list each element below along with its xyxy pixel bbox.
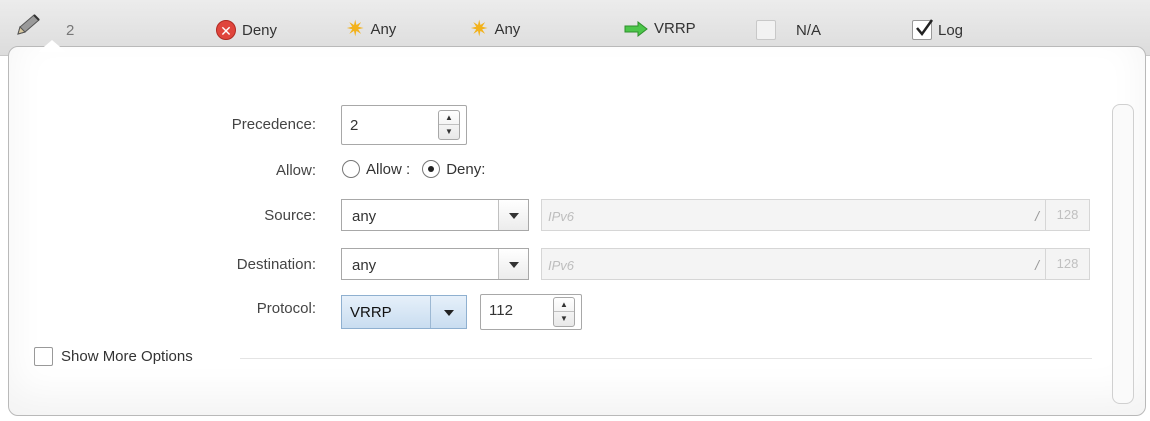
allow-radio-group: Allow : Deny: [342, 160, 485, 178]
allow-label: Allow: [275, 162, 316, 179]
allow-radio-label: Allow : [366, 160, 411, 178]
spin-down-icon[interactable]: ▼ [554, 312, 574, 326]
source-cell: ✷ Any [346, 16, 397, 41]
checkbox-icon [756, 20, 776, 40]
chevron-down-icon[interactable] [498, 249, 528, 279]
destination-form-label: Destination: [236, 256, 316, 273]
any-star-icon: ✷ [346, 16, 365, 41]
log-label: Log [938, 21, 964, 39]
panel-notch [38, 40, 66, 52]
na-label: N/A [796, 21, 822, 39]
source-ip-input[interactable]: IPv6 / 128 [541, 199, 1090, 231]
source-select-value: any [352, 208, 377, 225]
any-star-icon: ✷ [470, 16, 489, 41]
destination-ip-placeholder: IPv6 [548, 258, 575, 273]
destination-mask-input[interactable]: 128 [1045, 249, 1089, 279]
protocol-number-stepper[interactable]: 112 ▲ ▼ [480, 294, 582, 330]
spin-up-icon[interactable]: ▲ [439, 111, 459, 125]
rule-number: 2 [66, 22, 75, 39]
destination-select[interactable]: any [341, 248, 529, 280]
action-cell: ✕ Deny [216, 20, 277, 40]
destination-select-value: any [352, 257, 377, 274]
deny-radio[interactable] [422, 160, 441, 178]
protocol-number-value[interactable]: 112 [489, 302, 513, 319]
protocol-cell: VRRP [624, 20, 696, 37]
protocol-form-label: Protocol: [256, 300, 316, 317]
show-more-options[interactable]: Show More Options [34, 347, 193, 366]
source-ip-slash: / [1035, 208, 1039, 224]
show-more-label: Show More Options [61, 348, 193, 365]
protocol-select-value: VRRP [350, 304, 392, 321]
precedence-spin-buttons[interactable]: ▲ ▼ [438, 110, 460, 140]
arrow-right-icon [624, 20, 648, 37]
destination-cell: ✷ Any [470, 16, 521, 41]
chevron-down-icon[interactable] [498, 200, 528, 230]
source-select[interactable]: any [341, 199, 529, 231]
log-cell[interactable]: Log [912, 19, 964, 40]
source-form-label: Source: [264, 207, 316, 224]
show-more-divider [240, 358, 1092, 359]
show-more-checkbox[interactable] [34, 347, 53, 366]
protocol-label: VRRP [654, 20, 696, 37]
destination-ip-slash: / [1035, 257, 1039, 273]
na-cell: N/A [756, 20, 821, 40]
precedence-label: Precedence: [231, 116, 316, 133]
source-mask-input[interactable]: 128 [1045, 200, 1089, 230]
action-label: Deny [242, 21, 278, 39]
protocol-select[interactable]: VRRP [341, 295, 467, 329]
source-ip-placeholder: IPv6 [548, 209, 575, 224]
deny-radio-label: Deny: [446, 160, 486, 178]
log-checkbox[interactable] [912, 19, 934, 40]
precedence-stepper[interactable]: 2 ▲ ▼ [341, 105, 467, 145]
checkmark-icon [916, 19, 934, 37]
protocol-spin-buttons[interactable]: ▲ ▼ [553, 297, 575, 327]
pencil-icon[interactable] [14, 12, 44, 38]
spin-down-icon[interactable]: ▼ [439, 125, 459, 139]
source-label: Any [370, 20, 397, 38]
chevron-down-icon[interactable] [430, 296, 466, 328]
precedence-value[interactable]: 2 [350, 117, 358, 134]
deny-icon: ✕ [216, 20, 236, 40]
destination-ip-input[interactable]: IPv6 / 128 [541, 248, 1090, 280]
destination-label: Any [494, 20, 521, 38]
panel-scrollbar[interactable] [1112, 104, 1134, 404]
allow-radio[interactable] [342, 160, 360, 178]
spin-up-icon[interactable]: ▲ [554, 298, 574, 312]
